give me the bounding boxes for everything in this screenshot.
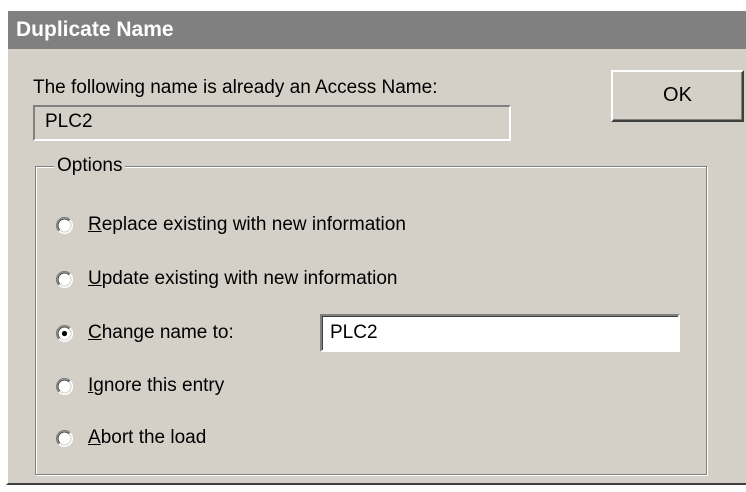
dialog-title: Duplicate Name bbox=[8, 11, 746, 49]
option-replace-existing[interactable]: Replace existing with new information bbox=[56, 213, 406, 237]
radio-button-icon[interactable] bbox=[56, 324, 73, 342]
radio-button-icon[interactable] bbox=[56, 270, 73, 288]
radio-button-icon[interactable] bbox=[56, 429, 73, 447]
option-abort-load[interactable]: Abort the load bbox=[56, 426, 206, 450]
option-label: Ignore this entry bbox=[88, 375, 225, 396]
option-label: Abort the load bbox=[88, 427, 207, 448]
options-group: Options Replace existing with new inform… bbox=[35, 154, 707, 475]
new-name-input[interactable] bbox=[320, 314, 680, 352]
existing-name-field: PLC2 bbox=[33, 105, 511, 141]
ok-button[interactable]: OK bbox=[611, 70, 744, 122]
prompt-label: The following name is already an Access … bbox=[33, 77, 438, 98]
duplicate-name-dialog: Duplicate Name The following name is alr… bbox=[6, 9, 746, 485]
option-update-existing[interactable]: Update existing with new information bbox=[56, 267, 397, 291]
option-label: Update existing with new information bbox=[88, 268, 398, 289]
radio-button-icon[interactable] bbox=[56, 377, 73, 395]
option-change-name[interactable]: Change name to: bbox=[56, 321, 234, 345]
options-group-label: Options bbox=[54, 154, 126, 178]
option-label: Replace existing with new information bbox=[88, 214, 406, 235]
option-ignore-entry[interactable]: Ignore this entry bbox=[56, 374, 224, 398]
option-label: Change name to: bbox=[88, 322, 234, 343]
radio-button-icon[interactable] bbox=[56, 216, 73, 234]
